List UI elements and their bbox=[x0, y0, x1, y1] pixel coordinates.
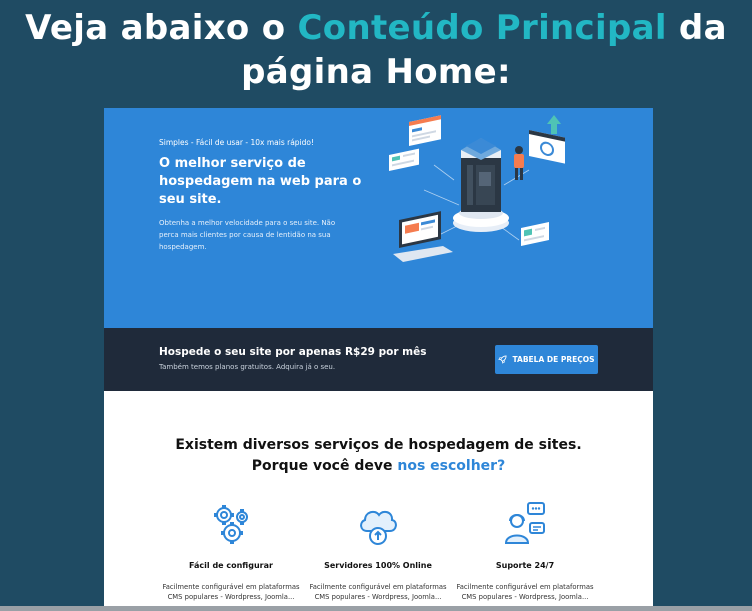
server-illustration bbox=[389, 115, 565, 262]
feature-easy-config: Fácil de configurar Facilmente configurá… bbox=[159, 501, 303, 602]
rocket-icon bbox=[498, 355, 508, 364]
headline-line-2: página Home: bbox=[241, 52, 511, 92]
feature-support: Suporte 24/7 Facilmente configurável em … bbox=[453, 501, 597, 602]
feature-online-servers: Servidores 100% Online Facilmente config… bbox=[306, 501, 450, 602]
pricing-table-button[interactable]: TABELA DE PREÇOS bbox=[495, 345, 598, 374]
hero-title: O melhor serviço de hospedagem na web pa… bbox=[159, 156, 362, 207]
gears-icon bbox=[214, 505, 248, 544]
feature-title: Suporte 24/7 bbox=[495, 561, 555, 570]
section-title-prefix: Porque você deve bbox=[251, 458, 398, 474]
support-agent-icon bbox=[504, 502, 545, 544]
section-title: Existem diversos serviços de hospedagem … bbox=[104, 435, 653, 477]
feature-title: Fácil de configurar bbox=[189, 561, 273, 570]
headline-line-1: Veja abaixo o Conteúdo Principal da bbox=[0, 6, 752, 50]
hero-kicker: Simples - Fácil de usar - 10x mais rápid… bbox=[159, 138, 314, 147]
pricing-button-label: TABELA DE PREÇOS bbox=[512, 355, 595, 364]
website-preview: Simples - Fácil de usar - 10x mais rápid… bbox=[104, 108, 653, 611]
hero-description: Obtenha a melhor velocidade para o seu s… bbox=[159, 219, 336, 251]
cta-bar: Hospede o seu site por apenas R$29 por m… bbox=[104, 328, 653, 391]
feature-description: Facilmente configurável em plataformas C… bbox=[456, 583, 594, 601]
section-title-line-2: Porque você deve nos escolher? bbox=[104, 456, 653, 477]
cta-subtitle: Também temos planos gratuitos. Adquira j… bbox=[159, 363, 336, 371]
headline-suffix: da bbox=[666, 8, 727, 48]
feature-description: Facilmente configurável em plataformas C… bbox=[309, 583, 447, 601]
section-title-accent: nos escolher? bbox=[397, 458, 506, 474]
why-choose-us-section: Existem diversos serviços de hospedagem … bbox=[104, 391, 653, 611]
cloud-upload-icon bbox=[360, 510, 397, 545]
feature-description: Facilmente configurável em plataformas C… bbox=[162, 583, 300, 601]
page-headline: Veja abaixo o Conteúdo Principal da pági… bbox=[0, 6, 752, 94]
headline-prefix: Veja abaixo o bbox=[25, 8, 298, 48]
headline-accent: Conteúdo Principal bbox=[297, 8, 667, 48]
section-title-line-1: Existem diversos serviços de hospedagem … bbox=[175, 437, 582, 453]
hero-section: Simples - Fácil de usar - 10x mais rápid… bbox=[104, 108, 653, 328]
feature-title: Servidores 100% Online bbox=[324, 561, 432, 570]
bottom-divider bbox=[0, 606, 752, 611]
cta-title: Hospede o seu site por apenas R$29 por m… bbox=[159, 346, 427, 358]
